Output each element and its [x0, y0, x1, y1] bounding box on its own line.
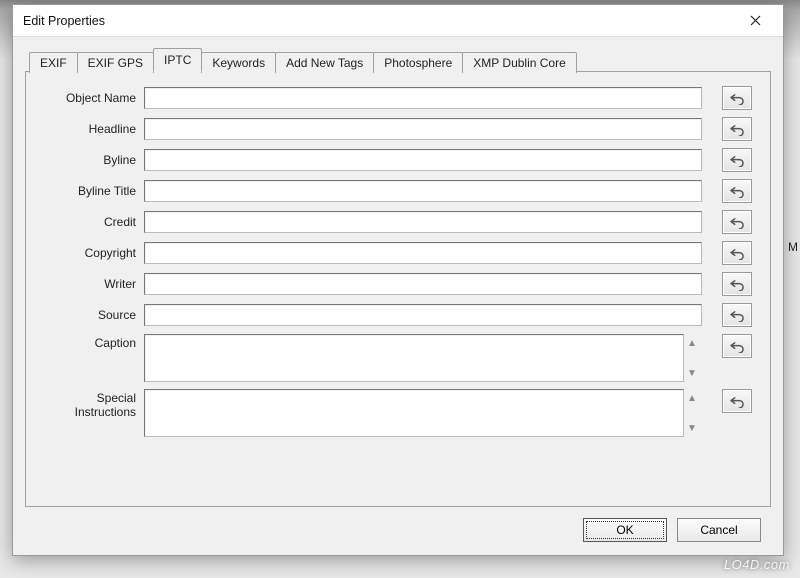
undo-icon: [730, 92, 745, 105]
scroll-down-icon[interactable]: ▼: [684, 366, 700, 380]
textarea-caption[interactable]: [144, 334, 684, 382]
label-caption: Caption: [36, 334, 136, 350]
scroll-up-icon[interactable]: ▲: [684, 391, 700, 405]
undo-caption[interactable]: [722, 334, 752, 358]
label-byline-title: Byline Title: [36, 184, 136, 198]
undo-icon: [730, 340, 745, 353]
button-bar: OK Cancel: [25, 507, 771, 547]
label-source: Source: [36, 308, 136, 322]
close-button[interactable]: [735, 7, 775, 35]
tab-panel-iptc: Object Name Headline Byline Byline Title…: [25, 71, 771, 507]
undo-byline-title[interactable]: [722, 179, 752, 203]
input-byline[interactable]: [144, 149, 702, 171]
input-writer[interactable]: [144, 273, 702, 295]
undo-credit[interactable]: [722, 210, 752, 234]
tab-photosphere[interactable]: Photosphere: [373, 52, 463, 73]
watermark: LO4D.com: [724, 557, 790, 572]
undo-icon: [730, 154, 745, 167]
undo-byline[interactable]: [722, 148, 752, 172]
tab-xmp-dublin-core[interactable]: XMP Dublin Core: [462, 52, 576, 73]
input-credit[interactable]: [144, 211, 702, 233]
ok-button[interactable]: OK: [583, 518, 667, 542]
label-byline: Byline: [36, 153, 136, 167]
tab-add-new-tags[interactable]: Add New Tags: [275, 52, 374, 73]
tab-row: EXIF EXIF GPS IPTC Keywords Add New Tags…: [29, 49, 771, 72]
tab-exif[interactable]: EXIF: [29, 52, 78, 73]
textarea-special-instructions[interactable]: [144, 389, 684, 437]
undo-copyright[interactable]: [722, 241, 752, 265]
background-text: M: [788, 240, 798, 254]
undo-icon: [730, 278, 745, 291]
undo-icon: [730, 185, 745, 198]
special-scroll: ▲ ▼: [684, 389, 702, 437]
cancel-button[interactable]: Cancel: [677, 518, 761, 542]
tab-keywords[interactable]: Keywords: [201, 52, 276, 73]
close-icon: [750, 15, 761, 26]
label-special: Special Instructions: [36, 389, 136, 419]
dialog-edit-properties: Edit Properties EXIF EXIF GPS IPTC Keywo…: [12, 4, 784, 556]
undo-writer[interactable]: [722, 272, 752, 296]
undo-icon: [730, 123, 745, 136]
tab-exif-gps[interactable]: EXIF GPS: [77, 52, 154, 73]
undo-source[interactable]: [722, 303, 752, 327]
undo-icon: [730, 395, 745, 408]
undo-icon: [730, 309, 745, 322]
label-credit: Credit: [36, 215, 136, 229]
form-grid: Object Name Headline Byline Byline Title…: [36, 86, 752, 437]
label-object-name: Object Name: [36, 91, 136, 105]
undo-headline[interactable]: [722, 117, 752, 141]
undo-object-name[interactable]: [722, 86, 752, 110]
client-area: EXIF EXIF GPS IPTC Keywords Add New Tags…: [13, 37, 783, 555]
label-copyright: Copyright: [36, 246, 136, 260]
undo-icon: [730, 216, 745, 229]
titlebar: Edit Properties: [13, 5, 783, 37]
input-copyright[interactable]: [144, 242, 702, 264]
input-byline-title[interactable]: [144, 180, 702, 202]
undo-special[interactable]: [722, 389, 752, 413]
undo-icon: [730, 247, 745, 260]
tab-iptc[interactable]: IPTC: [153, 48, 202, 72]
label-writer: Writer: [36, 277, 136, 291]
input-object-name[interactable]: [144, 87, 702, 109]
window-title: Edit Properties: [23, 14, 735, 28]
input-headline[interactable]: [144, 118, 702, 140]
scroll-down-icon[interactable]: ▼: [684, 421, 700, 435]
label-headline: Headline: [36, 122, 136, 136]
caption-scroll: ▲ ▼: [684, 334, 702, 382]
input-source[interactable]: [144, 304, 702, 326]
scroll-up-icon[interactable]: ▲: [684, 336, 700, 350]
